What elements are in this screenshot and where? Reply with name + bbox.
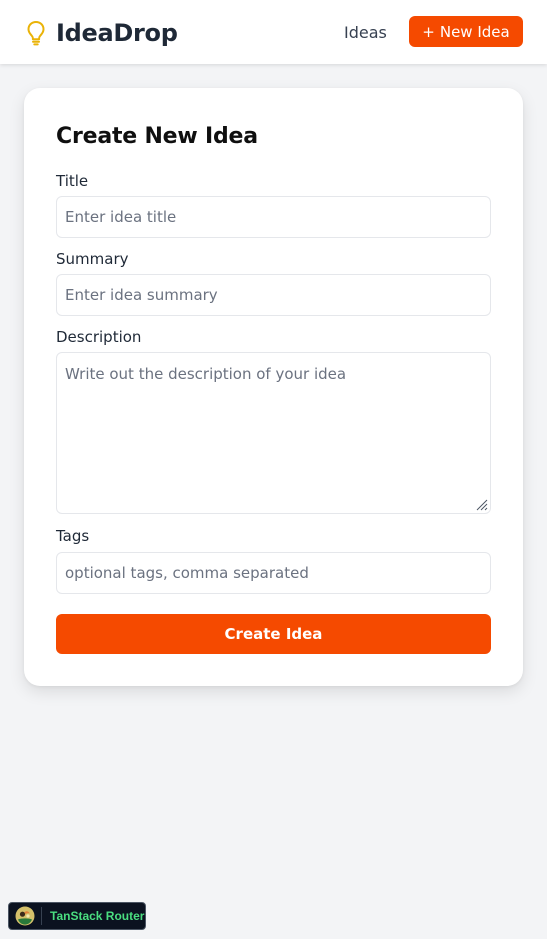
tanstack-router-devtools-button[interactable]: TanStack Router — [8, 902, 146, 930]
create-idea-card: Create New Idea Title Summary Descriptio… — [24, 88, 523, 686]
summary-label: Summary — [56, 250, 129, 268]
lightbulb-icon — [27, 21, 45, 46]
new-idea-button-label: New Idea — [439, 22, 510, 41]
description-textarea[interactable] — [56, 352, 491, 514]
title-label: Title — [56, 172, 89, 190]
tanstack-logo-icon — [15, 906, 35, 926]
badge-divider — [41, 907, 42, 925]
top-navbar: IdeaDrop Ideas + New Idea — [0, 0, 547, 64]
create-idea-button[interactable]: Create Idea — [56, 614, 491, 654]
resize-handle-icon[interactable] — [474, 497, 488, 511]
tags-input[interactable] — [56, 552, 491, 594]
tags-label: Tags — [56, 527, 90, 545]
page-title: Create New Idea — [56, 124, 258, 149]
title-input[interactable] — [56, 196, 491, 238]
brand-name: IdeaDrop — [56, 19, 178, 47]
plus-icon: + — [422, 22, 435, 41]
devtools-label: TanStack Router — [50, 909, 145, 923]
description-label: Description — [56, 328, 142, 346]
brand[interactable]: IdeaDrop — [26, 18, 178, 48]
new-idea-button[interactable]: + New Idea — [409, 16, 523, 47]
summary-input[interactable] — [56, 274, 491, 316]
nav-link-ideas[interactable]: Ideas — [344, 23, 387, 42]
